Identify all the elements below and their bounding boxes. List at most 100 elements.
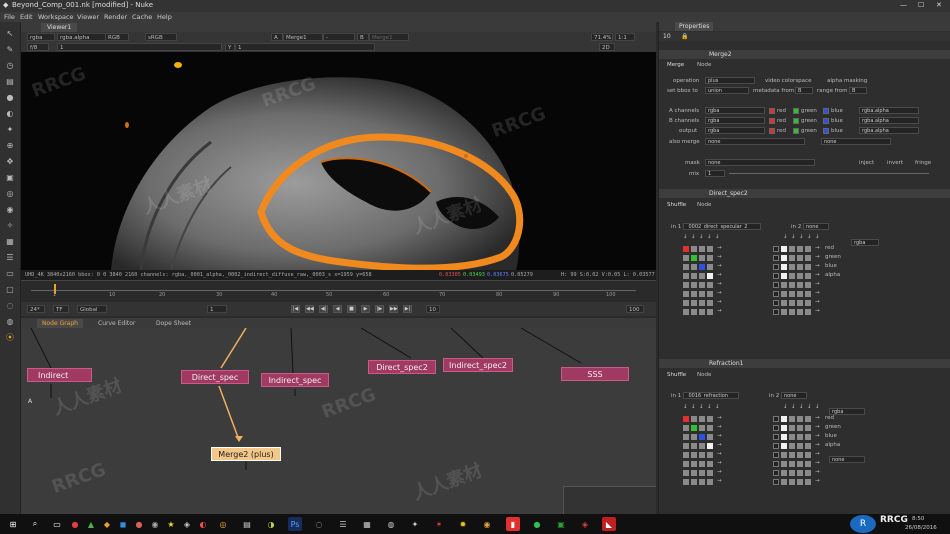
- shuffle-in2-cell[interactable]: [789, 246, 795, 252]
- shuffle1-matrix[interactable]: ↓ ↓ ↓ ↓ ↓ ↓ ↓ ↓ ↓ ↓ → → red → → green → → blue → → alpha → → → → →…: [683, 234, 933, 334]
- out-blue-checkbox[interactable]: [823, 128, 829, 134]
- shuffle-in2-cell[interactable]: [805, 309, 811, 315]
- shuffle-in2-cell[interactable]: [781, 461, 787, 467]
- b-red-checkbox[interactable]: [769, 118, 775, 124]
- shuffle-in2-cell[interactable]: [797, 416, 803, 422]
- shuffle-in2-cell[interactable]: [781, 273, 787, 279]
- inject-checkbox[interactable]: inject: [859, 160, 874, 166]
- shuffle-in1-cell[interactable]: [707, 246, 713, 252]
- out-green-checkbox[interactable]: [793, 128, 799, 134]
- tab-viewer1[interactable]: Viewer1: [41, 23, 78, 32]
- alpha-channel-select[interactable]: rgba.alpha: [57, 33, 107, 41]
- shuffle-in1-cell[interactable]: [691, 416, 697, 422]
- shuffle-in1-cell[interactable]: [683, 246, 689, 252]
- shuffle-in1-cell[interactable]: [699, 246, 705, 252]
- first-frame-button[interactable]: |◀: [291, 305, 300, 313]
- shuffle-in2-cell[interactable]: [805, 461, 811, 467]
- app-icon-15[interactable]: ✦: [408, 517, 422, 531]
- shuffle-in1-cell[interactable]: [707, 425, 713, 431]
- play-backward-button[interactable]: ◀: [333, 305, 342, 313]
- node-sss[interactable]: SSS: [561, 367, 629, 381]
- shuffle-in1-cell[interactable]: [699, 479, 705, 485]
- time-icon[interactable]: ◷: [4, 60, 16, 71]
- shuffle-in1-cell[interactable]: [699, 434, 705, 440]
- shuffle-in1-cell[interactable]: [691, 434, 697, 440]
- app-icon-3[interactable]: ◆: [100, 517, 114, 531]
- shuffle-in2-cell[interactable]: [781, 470, 787, 476]
- shuffle-in1-cell[interactable]: [683, 479, 689, 485]
- video-colorspace-checkbox[interactable]: video colorspace: [765, 78, 811, 84]
- metadata-select[interactable]: B: [795, 87, 813, 94]
- shuffle-in1-cell[interactable]: [707, 264, 713, 270]
- shuffle-in2-cell[interactable]: [789, 282, 795, 288]
- maximize-icon[interactable]: ☐: [918, 1, 924, 9]
- shuffle-in2-cell[interactable]: [797, 425, 803, 431]
- shuffle2-panel-name[interactable]: Refraction1: [709, 359, 743, 368]
- explorer-icon[interactable]: ▤: [240, 517, 254, 531]
- shuffle-in1-cell[interactable]: [683, 282, 689, 288]
- close-icon[interactable]: ✕: [936, 1, 942, 9]
- colorspace-select[interactable]: sRGB: [145, 33, 177, 41]
- set-bbox-select[interactable]: union: [705, 87, 749, 94]
- shuffle-in2-cell[interactable]: [781, 425, 787, 431]
- shuffle-in1-cell[interactable]: [699, 255, 705, 261]
- shuffle-in2-cell[interactable]: [773, 255, 779, 261]
- app-icon-13[interactable]: ▦: [360, 517, 374, 531]
- shuffle-in2-cell[interactable]: [789, 452, 795, 458]
- shuffle-in2-cell[interactable]: [805, 425, 811, 431]
- invert-checkbox[interactable]: invert: [887, 160, 903, 166]
- also-merge-select[interactable]: none: [705, 138, 805, 145]
- shuffle-in1-cell[interactable]: [707, 291, 713, 297]
- app-icon-16[interactable]: ✶: [432, 517, 446, 531]
- shuffle-in1-cell[interactable]: [699, 443, 705, 449]
- shuffle-in2-cell[interactable]: [773, 470, 779, 476]
- 3d-icon[interactable]: ▣: [4, 172, 16, 183]
- a-red-checkbox[interactable]: [769, 108, 775, 114]
- shuffle-in1-cell[interactable]: [699, 425, 705, 431]
- shuffle-in2-cell[interactable]: [781, 479, 787, 485]
- shuffle-in1-cell[interactable]: [699, 416, 705, 422]
- shuffle-in1-cell[interactable]: [683, 255, 689, 261]
- menu-help[interactable]: Help: [157, 13, 172, 21]
- b-green-checkbox[interactable]: [793, 118, 799, 124]
- tab-dope-sheet[interactable]: Dope Sheet: [151, 319, 196, 328]
- shuffle-in2-cell[interactable]: [773, 425, 779, 431]
- tab-node-graph[interactable]: Node Graph: [37, 319, 83, 328]
- shuffle-in2-cell[interactable]: [797, 479, 803, 485]
- minimize-icon[interactable]: —: [900, 1, 907, 9]
- shuffle-in1-cell[interactable]: [699, 273, 705, 279]
- app-icon-14[interactable]: ◍: [384, 517, 398, 531]
- operation-select[interactable]: plus: [705, 77, 755, 84]
- shuffle-in2-cell[interactable]: [781, 291, 787, 297]
- shuffle-in2-cell[interactable]: [789, 470, 795, 476]
- lock-icon[interactable]: 🔒: [681, 32, 688, 41]
- nuke-taskbar-icon[interactable]: ◈: [578, 517, 592, 531]
- other-icon[interactable]: ☰: [4, 252, 16, 263]
- shuffle-in2-cell[interactable]: [773, 282, 779, 288]
- in2-select[interactable]: none: [781, 392, 807, 399]
- stop-button[interactable]: ■: [347, 305, 356, 313]
- app-icon-11[interactable]: ◌: [312, 517, 326, 531]
- shuffle-in2-cell[interactable]: [797, 300, 803, 306]
- cara-icon[interactable]: ◌: [4, 300, 16, 311]
- tf-select[interactable]: TF: [53, 305, 69, 313]
- app-icon-2[interactable]: ▲: [84, 517, 98, 531]
- app-icon-8[interactable]: ◈: [180, 517, 194, 531]
- color-icon[interactable]: ●: [4, 92, 16, 103]
- prev-key-button[interactable]: ◀◀: [305, 305, 314, 313]
- shuffle-in1-cell[interactable]: [691, 425, 697, 431]
- task-view-icon[interactable]: ▭: [50, 517, 64, 531]
- shuffle1-panel-header[interactable]: Direct_spec2: [659, 189, 950, 198]
- range-mode-select[interactable]: Global: [77, 305, 107, 313]
- shuffle-in1-cell[interactable]: [691, 255, 697, 261]
- shuffle-in1-cell[interactable]: [707, 255, 713, 261]
- shuffle-in2-cell[interactable]: [781, 416, 787, 422]
- menu-file[interactable]: File: [4, 13, 15, 21]
- shuffle-in2-cell[interactable]: [773, 416, 779, 422]
- shuffle-in1-cell[interactable]: [691, 246, 697, 252]
- range-select[interactable]: B: [849, 87, 867, 94]
- shuffle-in2-cell[interactable]: [797, 255, 803, 261]
- ratio-select[interactable]: 1:1: [615, 33, 635, 41]
- shuffle-in2-cell[interactable]: [805, 434, 811, 440]
- shuffle-in2-cell[interactable]: [789, 309, 795, 315]
